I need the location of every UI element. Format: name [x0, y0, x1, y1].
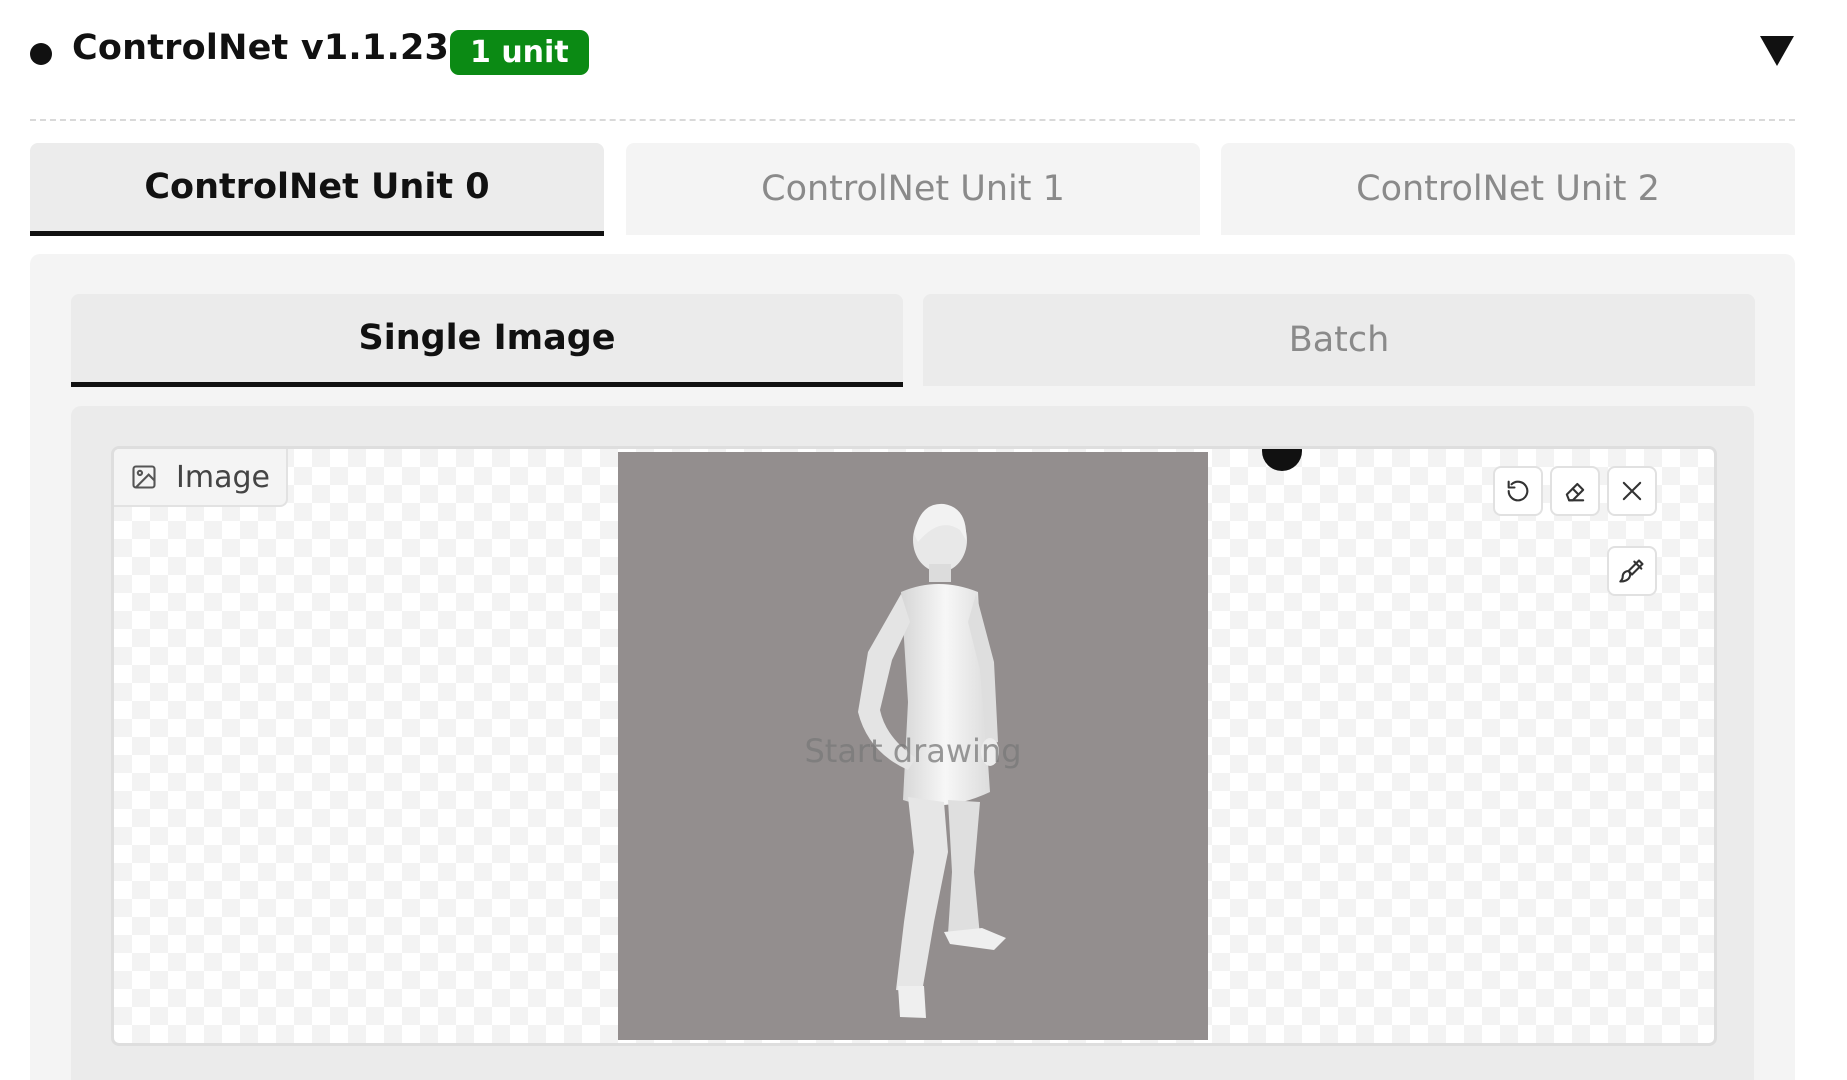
tab-controlnet-unit-1[interactable]: ControlNet Unit 1 [626, 143, 1200, 235]
image-icon [132, 465, 156, 489]
image-label: Image [114, 449, 288, 507]
tab-controlnet-unit-0[interactable]: ControlNet Unit 0 [30, 143, 604, 236]
brush-icon [1619, 559, 1644, 583]
figure-illustration [858, 503, 1006, 1018]
pose-image[interactable]: Start drawing [618, 452, 1208, 1040]
eraser-icon [1565, 482, 1585, 502]
unit-count-badge: 1 unit [450, 30, 589, 75]
image-canvas[interactable]: Image Start drawing [111, 446, 1717, 1046]
tab-single-image[interactable]: Single Image [71, 294, 903, 387]
clear-button[interactable] [1607, 466, 1657, 516]
tab-batch[interactable]: Batch [923, 294, 1755, 386]
accordion-header[interactable]: ControlNet v1.1.237 1 unit [0, 0, 1847, 110]
triangle-down-icon[interactable] [1760, 36, 1794, 66]
unit-panel: Single Image Batch Image Start drawing [30, 254, 1795, 1080]
undo-icon [1507, 480, 1529, 502]
accordion-title: ControlNet v1.1.237 [72, 28, 474, 68]
divider [30, 119, 1795, 121]
close-icon [1622, 481, 1642, 501]
brush-button[interactable] [1607, 546, 1657, 596]
image-input-area: Image Start drawing [71, 406, 1754, 1080]
image-label-text: Image [176, 459, 270, 495]
undo-button[interactable] [1493, 466, 1543, 516]
bullet-icon [30, 43, 52, 65]
controlnet-accordion: ControlNet v1.1.237 1 unit ControlNet Un… [0, 0, 1847, 1080]
tab-controlnet-unit-2[interactable]: ControlNet Unit 2 [1221, 143, 1795, 235]
brush-cursor [1262, 449, 1302, 471]
eraser-button[interactable] [1550, 466, 1600, 516]
